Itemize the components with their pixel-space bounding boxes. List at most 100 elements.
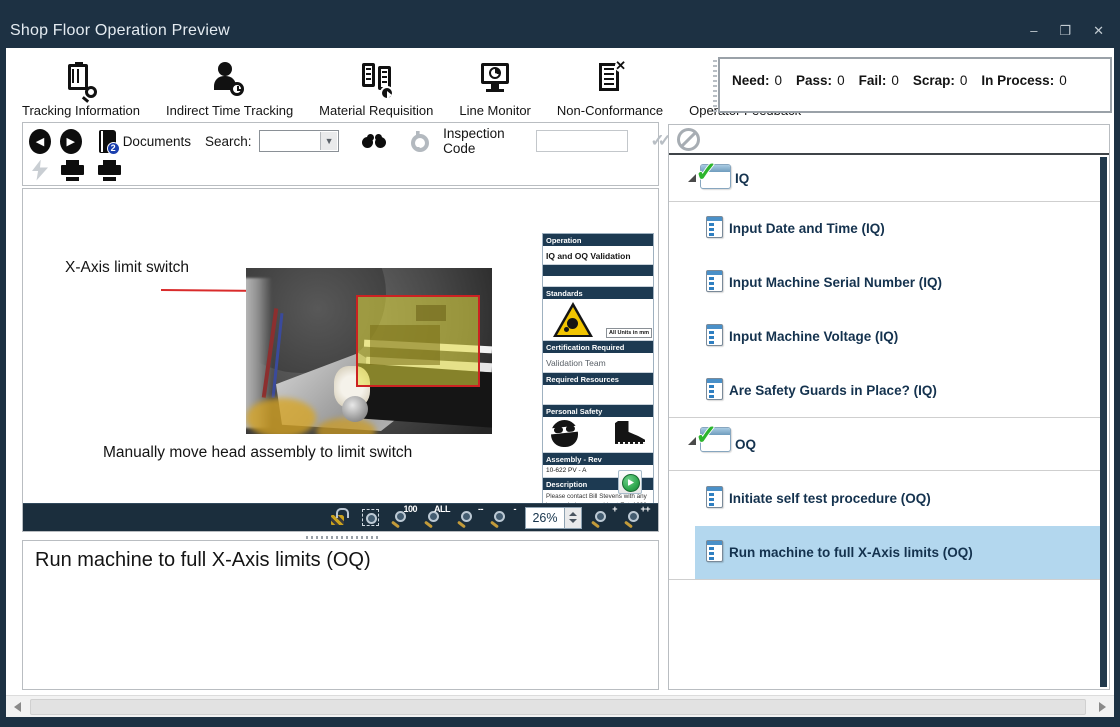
search-dropdown[interactable]: ▼ — [259, 130, 340, 152]
scrap-label: Scrap: — [913, 73, 955, 88]
certification-header: Certification Required — [543, 341, 653, 353]
scroll-left-arrow-icon[interactable] — [14, 702, 21, 712]
callout-label: X-Axis limit switch — [65, 259, 189, 277]
pan-lock-icon[interactable] — [327, 507, 349, 529]
zoom-100-icon[interactable]: 100 — [393, 507, 415, 529]
units-note: All Units in mm — [606, 328, 652, 338]
standards-box: All Units in mm — [543, 299, 653, 341]
scrollbar-thumb[interactable] — [30, 699, 1086, 715]
document-toolbar: ◀ ▶ 2 Documents Search: ▼ Inspection Cod… — [22, 122, 659, 186]
search-label: Search: — [205, 134, 252, 149]
empty-header-bar — [543, 265, 653, 276]
material-requisition-icon — [354, 60, 398, 100]
zoom-in-fast-icon[interactable]: ++ — [626, 507, 648, 529]
in-process-value: 0 — [1059, 73, 1067, 88]
maximize-button[interactable]: ❐ — [1059, 24, 1071, 38]
pass-value: 0 — [837, 73, 845, 88]
form-icon — [706, 378, 723, 400]
zoom-spinner-arrows[interactable] — [565, 507, 582, 529]
fail-value: 0 — [891, 73, 899, 88]
need-label: Need: — [732, 73, 770, 88]
safety-boot-icon — [615, 421, 645, 447]
form-icon — [706, 540, 723, 562]
client-area: Tracking Information Indirect Time Track… — [6, 48, 1114, 717]
in-process-label: In Process: — [981, 73, 1054, 88]
fail-label: Fail: — [859, 73, 887, 88]
inspection-code-label: Inspection Code — [443, 126, 528, 156]
main-toolbar: Tracking Information Indirect Time Track… — [16, 50, 807, 120]
back-button[interactable]: ◀ — [29, 129, 51, 154]
horizontal-splitter-grip[interactable] — [306, 536, 378, 539]
inspection-code-input[interactable] — [536, 130, 628, 152]
indirect-time-tracking-icon — [208, 60, 252, 100]
checked-window-icon: ✓ — [700, 427, 731, 452]
caption-label: Manually move head assembly to limit swi… — [103, 444, 412, 462]
tree-group-iq[interactable]: ✓ IQ — [669, 156, 1102, 202]
close-button[interactable]: ✕ — [1093, 24, 1104, 38]
window-title: Shop Floor Operation Preview — [10, 22, 230, 40]
tree-item-xaxis-limits[interactable]: Run machine to full X-Axis limits (OQ) — [669, 526, 1102, 580]
app-window: Shop Floor Operation Preview – ❐ ✕ Track… — [0, 0, 1120, 727]
zoom-out-fast-icon[interactable]: -- — [459, 507, 481, 529]
forward-button[interactable]: ▶ — [60, 129, 82, 154]
title-bar: Shop Floor Operation Preview – ❐ ✕ — [0, 0, 1120, 48]
empty-value-box — [543, 276, 653, 287]
tree-item-self-test[interactable]: Initiate self test procedure (OQ) — [669, 472, 1102, 526]
non-conformance-button[interactable]: ✕ Non-Conformance — [557, 60, 663, 120]
scrap-value: 0 — [960, 73, 968, 88]
documents-label: Documents — [123, 134, 191, 149]
prohibited-icon[interactable] — [677, 128, 700, 151]
assembly-header: Assembly - Rev — [543, 453, 653, 465]
minimize-button[interactable]: – — [1030, 24, 1037, 38]
documents-button[interactable]: 2 Documents — [99, 130, 191, 153]
resources-header: Required Resources — [543, 373, 653, 385]
tree-group-oq[interactable]: ✓ OQ — [669, 419, 1102, 471]
indirect-time-tracking-button[interactable]: Indirect Time Tracking — [166, 60, 293, 120]
tree-item-safety-guards[interactable]: Are Safety Guards in Place? (IQ) — [669, 364, 1102, 418]
zoom-level-value[interactable]: 26% — [525, 507, 565, 529]
material-requisition-button[interactable]: Material Requisition — [319, 60, 433, 120]
zoom-toolbar: 100 ALL -- - 26% + ++ — [23, 503, 658, 531]
certification-value: Validation Team — [543, 353, 653, 373]
chevron-down-icon[interactable]: ▼ — [320, 132, 337, 150]
lightning-icon — [32, 160, 48, 181]
zoom-all-icon[interactable]: ALL — [426, 507, 448, 529]
print-icon[interactable] — [61, 160, 85, 181]
line-monitor-button[interactable]: Line Monitor — [459, 60, 531, 120]
scroll-right-arrow-icon[interactable] — [1099, 702, 1106, 712]
limit-switch-highlight — [356, 295, 480, 387]
form-icon — [706, 270, 723, 292]
zoom-level-spinner[interactable]: 26% — [525, 507, 582, 529]
zoom-region-icon[interactable] — [360, 507, 382, 529]
status-counters: Need:0 Pass:0 Fail:0 Scrap:0 In Process:… — [718, 57, 1112, 113]
need-value: 0 — [775, 73, 783, 88]
non-conformance-icon: ✕ — [588, 60, 632, 100]
tree-scrollbar[interactable] — [1100, 157, 1107, 687]
tracking-information-icon — [59, 60, 103, 100]
find-binoculars-icon[interactable] — [361, 134, 385, 148]
validate-checkmarks-icon[interactable]: ✓✓ — [650, 131, 665, 151]
checked-window-icon: ✓ — [700, 164, 731, 189]
print-preview-icon[interactable] — [98, 160, 122, 181]
operation-header: Operation — [543, 234, 653, 246]
tree-item-voltage[interactable]: Input Machine Voltage (IQ) — [669, 310, 1102, 364]
documents-count-badge: 2 — [107, 142, 120, 155]
refresh-preview-button[interactable] — [618, 470, 642, 494]
operation-text: Run machine to full X-Axis limits (OQ) — [35, 549, 646, 572]
tree-item-serial-number[interactable]: Input Machine Serial Number (IQ) — [669, 256, 1102, 310]
preview-photo — [246, 268, 492, 434]
toolbar-splitter-grip[interactable] — [713, 60, 717, 112]
standards-header: Standards — [543, 287, 653, 299]
gear-icon[interactable] — [408, 131, 425, 151]
zoom-in-icon[interactable]: + — [593, 507, 615, 529]
horizontal-scrollbar[interactable] — [6, 695, 1114, 717]
form-icon — [706, 324, 723, 346]
form-icon — [706, 486, 723, 508]
operation-preview-pane: X-Axis limit switch Manually move head a… — [22, 188, 659, 532]
tree-item-input-date-time[interactable]: Input Date and Time (IQ) — [669, 202, 1102, 256]
form-icon — [706, 216, 723, 238]
tree-header-bar — [669, 125, 1109, 155]
tracking-information-button[interactable]: Tracking Information — [22, 60, 140, 120]
operation-text-panel: Run machine to full X-Axis limits (OQ) — [22, 540, 659, 690]
zoom-out-icon[interactable]: - — [492, 507, 514, 529]
